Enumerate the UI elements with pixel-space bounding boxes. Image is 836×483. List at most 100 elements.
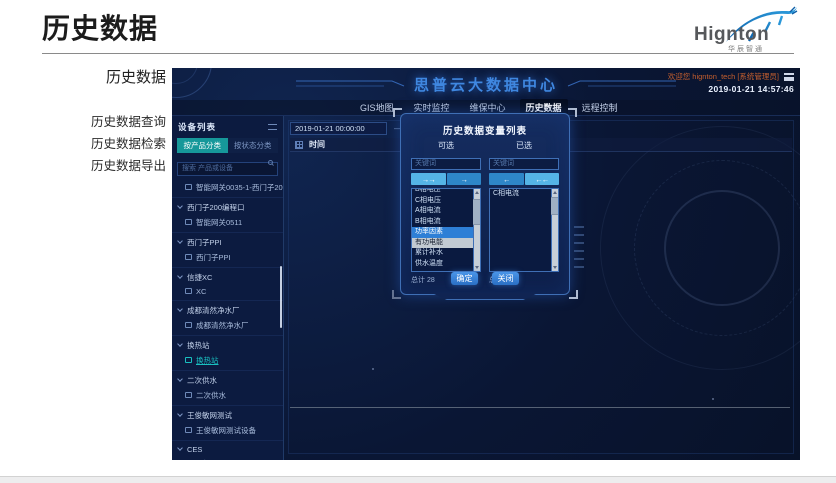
move-all-left-button[interactable]: ←← <box>525 173 560 185</box>
scrollbar-thumb[interactable] <box>473 199 480 225</box>
device-tree: 智能网关0035-1-西门子200 西门子200编程口 智能网关0511 西门子… <box>172 180 283 461</box>
menu-icon[interactable] <box>784 73 794 81</box>
device-icon <box>185 392 192 398</box>
tree-item[interactable]: 二次供水 <box>172 388 283 403</box>
tree-item[interactable]: 西门子1200 <box>172 456 283 461</box>
tree-item[interactable]: 西门子PPI <box>172 250 283 265</box>
tree-group-label: 成都清然净水厂 <box>187 305 240 316</box>
device-panel-title: 设备列表 <box>178 121 216 133</box>
selected-column: 已选 ← ←← C相电流 总计 1 <box>489 140 559 285</box>
tree-group[interactable]: 信捷XC <box>172 267 283 285</box>
title-divider <box>42 53 794 54</box>
slide: 历史数据 Hignton 华辰智通 历史数据 历史数据查询 历史数据检索 历史数… <box>0 0 836 483</box>
listbox-scrollbar[interactable] <box>473 189 480 271</box>
company-logo: Hignton 华辰智通 <box>688 8 800 52</box>
tree-item-label: 成都清然净水厂 <box>196 320 249 331</box>
list-item[interactable]: 累计补水 <box>412 248 473 259</box>
slide-side-nav: 历史数据 历史数据查询 历史数据检索 历史数据导出 <box>0 66 166 177</box>
list-item[interactable]: 供水温度 <box>412 259 473 270</box>
logo-brand-text: Hignton <box>694 24 769 46</box>
slide-footer-bar <box>0 476 836 483</box>
tree-item[interactable]: 智能网关0035-1-西门子200 <box>172 180 283 195</box>
tree-group[interactable]: 二次供水 <box>172 370 283 388</box>
list-item[interactable]: B相电流 <box>412 217 473 228</box>
chevron-down-icon <box>177 376 183 382</box>
close-button[interactable]: 关闭 <box>492 272 519 285</box>
list-item[interactable]: C相电流 <box>490 189 551 200</box>
side-nav-heading: 历史数据 <box>0 66 166 87</box>
tree-item-label: XC <box>196 287 206 296</box>
list-item-highlighted[interactable]: 有功电能 <box>412 238 473 249</box>
modal-panel: 历史数据变量列表 可选 →→ → B相电压 C相电压 <box>400 113 570 295</box>
welcome-text: 欢迎您 hignton_tech [系统管理员] <box>668 71 779 82</box>
variable-list-modal: 历史数据变量列表 可选 →→ → B相电压 C相电压 <box>400 113 570 295</box>
date-from-input[interactable] <box>290 122 387 135</box>
tab-by-product[interactable]: 按产品分类 <box>177 138 228 153</box>
available-search-input[interactable] <box>411 158 481 170</box>
table-header-time: 时间 <box>309 139 325 150</box>
available-label: 可选 <box>411 140 481 152</box>
tree-group[interactable]: 王俊敏网测试 <box>172 405 283 423</box>
tree-item[interactable]: 智能网关0511 <box>172 215 283 230</box>
tree-item[interactable]: 成都清然净水厂 <box>172 318 283 333</box>
list-item[interactable]: A相电流 <box>412 206 473 217</box>
collapse-icon[interactable] <box>268 124 277 130</box>
tree-item[interactable]: XC <box>172 285 283 298</box>
side-nav-item-search[interactable]: 历史数据检索 <box>0 133 166 155</box>
header-left-decoration <box>296 78 406 90</box>
page-title: 历史数据 <box>42 7 158 47</box>
move-all-right-button[interactable]: →→ <box>411 173 446 185</box>
tree-item-selected[interactable]: 换热站 <box>172 353 283 368</box>
device-icon <box>185 357 192 363</box>
tree-item[interactable]: 王俊敏网测试设备 <box>172 423 283 438</box>
tree-group[interactable]: 换热站 <box>172 335 283 353</box>
list-item[interactable]: B相电压 <box>412 188 473 196</box>
tree-group-label: CES <box>187 445 202 454</box>
device-icon <box>185 254 192 260</box>
dashboard-title: 思普云大数据中心 <box>414 74 558 95</box>
list-item[interactable]: C相电压 <box>412 196 473 207</box>
user-info-block: 欢迎您 hignton_tech [系统管理员] 2019-01-21 14:5… <box>668 71 794 94</box>
tree-group[interactable]: CES <box>172 440 283 456</box>
tree-group-label: 换热站 <box>187 340 210 351</box>
chevron-down-icon <box>177 341 183 347</box>
panel-scrollbar[interactable] <box>280 266 282 328</box>
chevron-down-icon <box>177 306 183 312</box>
device-search-input[interactable] <box>177 162 278 176</box>
chevron-down-icon <box>177 445 183 451</box>
table-bottom-line <box>290 407 790 408</box>
tree-item-label: 智能网关0511 <box>196 217 242 228</box>
chevron-down-icon <box>177 273 183 279</box>
tree-group-label: 西门子PPI <box>187 237 222 248</box>
logo-subtitle-text: 华辰智通 <box>728 44 764 54</box>
header-right-decoration <box>566 78 676 90</box>
tree-group[interactable]: 成都清然净水厂 <box>172 300 283 318</box>
device-list-panel: 设备列表 按产品分类 按状态分类 智能网关0035-1-西门子200 西门子20… <box>172 116 284 460</box>
confirm-button[interactable]: 确定 <box>451 272 478 285</box>
side-nav-item-export[interactable]: 历史数据导出 <box>0 155 166 177</box>
tree-group[interactable]: 西门子200编程口 <box>172 197 283 215</box>
tree-item-label: 二次供水 <box>196 390 226 401</box>
dashboard-screenshot: 思普云大数据中心 欢迎您 hignton_tech [系统管理员] 2019-0… <box>172 68 800 460</box>
move-one-left-button[interactable]: ← <box>489 173 524 185</box>
corner-bracket-icon <box>569 290 578 299</box>
tree-item-label: 西门子PPI <box>196 252 231 263</box>
available-listbox: B相电压 C相电压 A相电流 B相电流 功率因素 有功电能 累计补水 供水温度 <box>411 188 481 272</box>
scrollbar-thumb[interactable] <box>551 197 558 215</box>
tree-group-label: 王俊敏网测试 <box>187 410 232 421</box>
list-item-selected[interactable]: 功率因素 <box>412 227 473 238</box>
selected-search-input[interactable] <box>489 158 559 170</box>
tree-group-label: 西门子200编程口 <box>187 202 245 213</box>
tab-remote-control[interactable]: 远程控制 <box>576 99 624 116</box>
tree-group-label: 信捷XC <box>187 272 212 283</box>
tree-group-label: 二次供水 <box>187 375 217 386</box>
device-icon <box>185 427 192 433</box>
chevron-down-icon <box>177 411 183 417</box>
tree-item-label: 换热站 <box>196 355 219 366</box>
device-search <box>177 157 278 176</box>
listbox-scrollbar[interactable] <box>551 189 558 271</box>
tab-by-status[interactable]: 按状态分类 <box>228 138 279 153</box>
side-nav-item-query[interactable]: 历史数据查询 <box>0 111 166 133</box>
move-one-right-button[interactable]: → <box>447 173 482 185</box>
tree-group[interactable]: 西门子PPI <box>172 232 283 250</box>
